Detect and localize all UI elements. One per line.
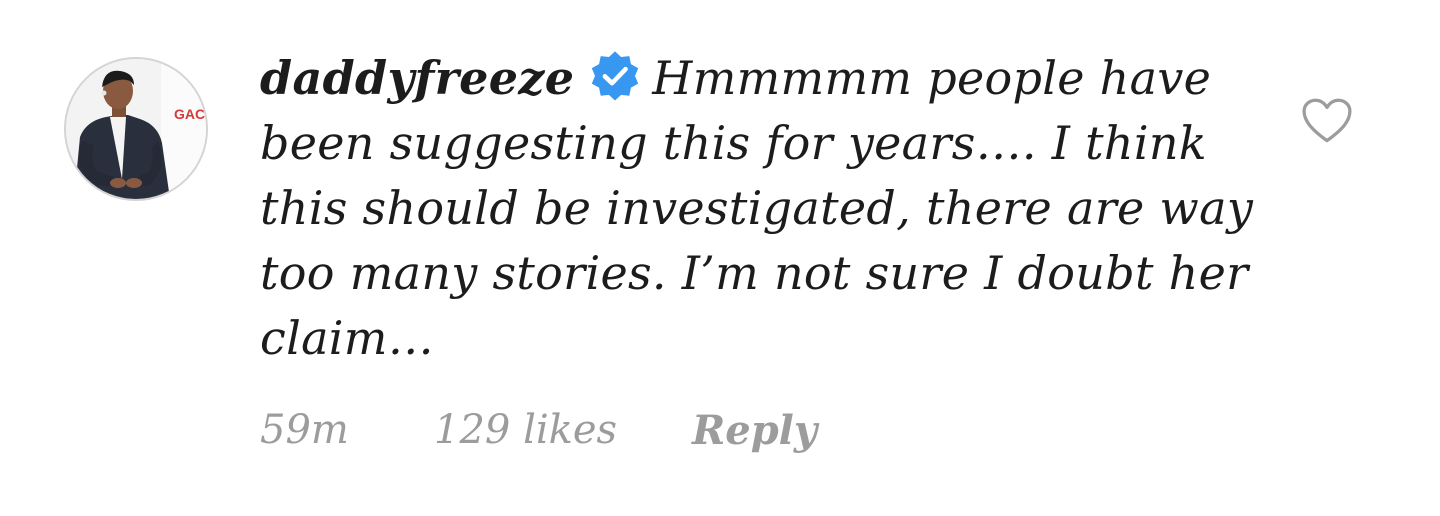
- comment-item: GAC daddyfreeze Hmmmmm people have been s…: [0, 0, 1440, 516]
- verified-badge-icon: [592, 51, 639, 101]
- likes-count[interactable]: 129 likes: [434, 407, 692, 453]
- avatar-photo: GAC: [66, 59, 206, 199]
- heart-outline-icon[interactable]: [1300, 97, 1354, 145]
- comment-timestamp[interactable]: 59m: [260, 407, 434, 453]
- avatar[interactable]: GAC: [64, 57, 208, 201]
- comment-meta: 59m 129 likes Reply: [260, 398, 817, 462]
- reply-button[interactable]: Reply: [692, 407, 817, 454]
- comment-body: daddyfreeze Hmmmmm people have been sugge…: [260, 46, 1270, 371]
- svg-text:GAC: GAC: [174, 106, 205, 122]
- username[interactable]: daddyfreeze: [260, 51, 574, 105]
